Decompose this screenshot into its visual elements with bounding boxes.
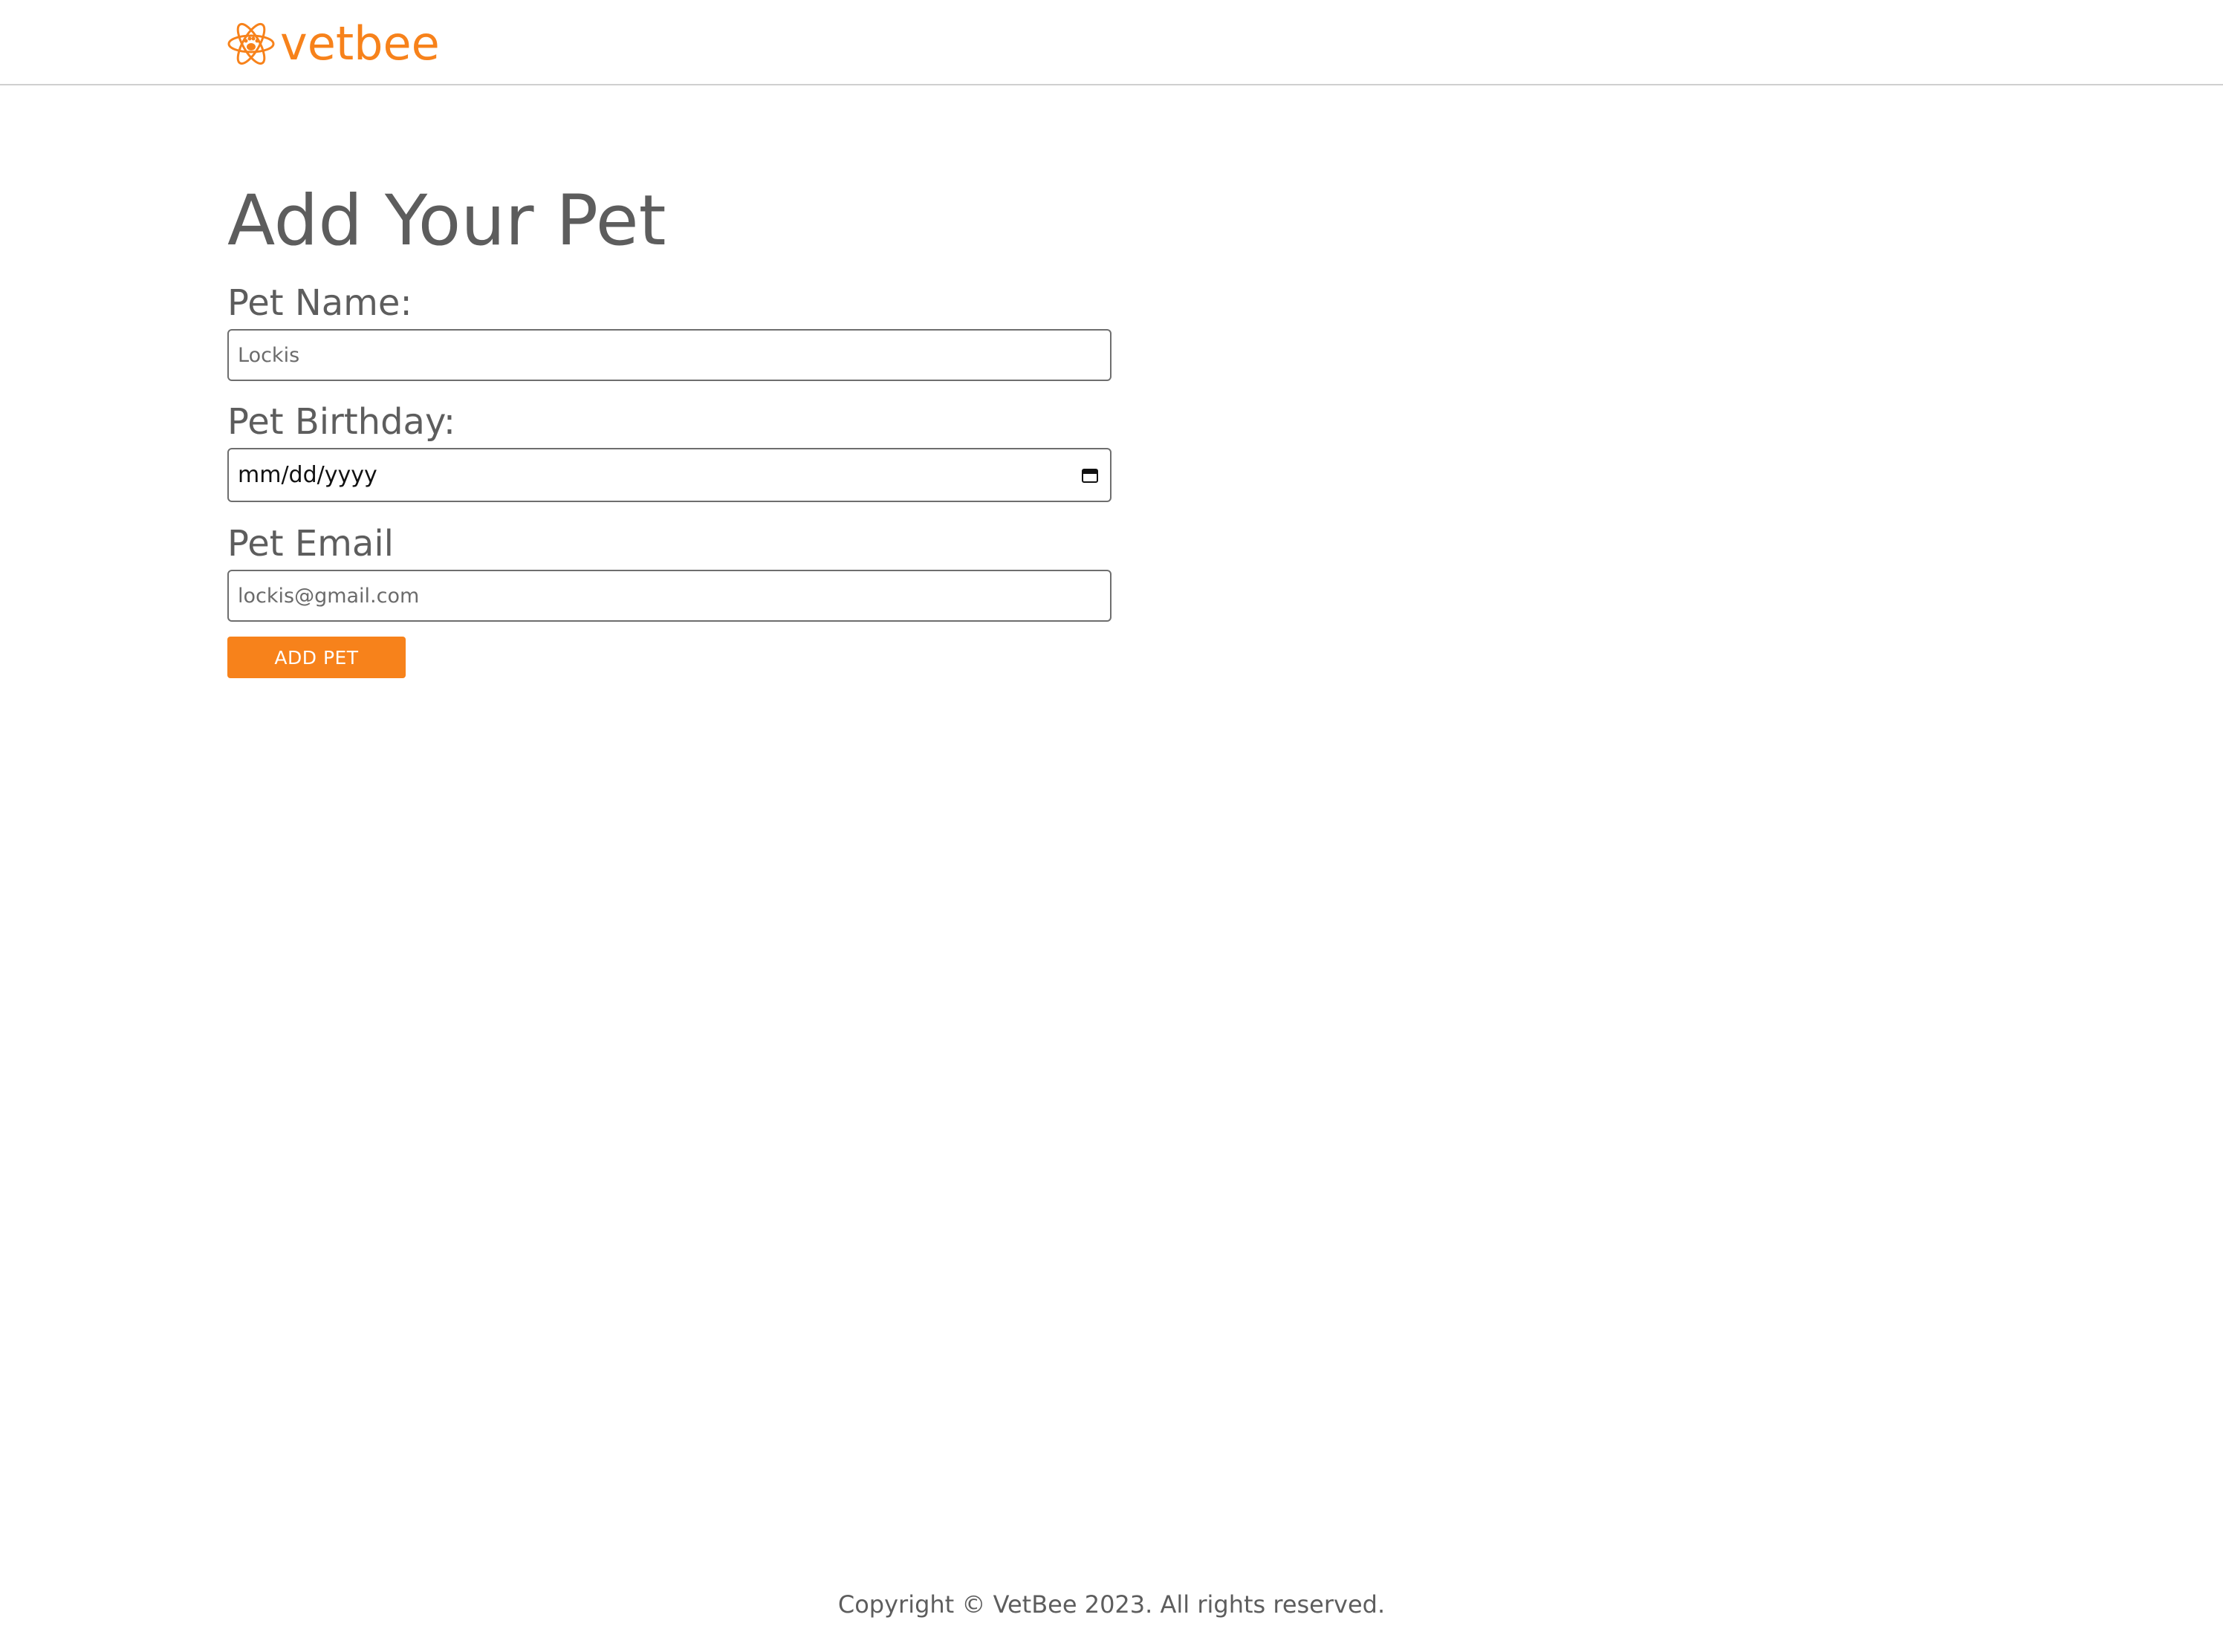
logo-text: vetbee — [280, 16, 440, 71]
pet-birthday-label: Pet Birthday: — [227, 401, 456, 443]
pet-birthday-input[interactable]: mm/dd/yyyy — [227, 448, 1112, 502]
pet-email-input[interactable]: lockis@gmail.com — [227, 570, 1112, 622]
calendar-icon[interactable] — [1082, 468, 1098, 483]
add-pet-button[interactable]: ADD PET — [227, 637, 406, 678]
pet-email-label: Pet Email — [227, 523, 395, 565]
pet-name-value: Lockis — [238, 343, 300, 367]
pet-email-value: lockis@gmail.com — [238, 584, 420, 608]
page-title: Add Your Pet — [227, 181, 666, 261]
pet-name-label: Pet Name: — [227, 282, 412, 324]
atom-paw-icon — [227, 22, 275, 65]
page: vetbee Add Your Pet Pet Name: Lockis Pet… — [0, 0, 2223, 1652]
site-header: vetbee — [0, 0, 2223, 85]
footer-copyright: Copyright © VetBee 2023. All rights rese… — [837, 1590, 1386, 1619]
logo-link[interactable]: vetbee — [227, 18, 440, 70]
pet-name-input[interactable]: Lockis — [227, 329, 1112, 381]
pet-birthday-value: mm/dd/yyyy — [238, 462, 377, 488]
